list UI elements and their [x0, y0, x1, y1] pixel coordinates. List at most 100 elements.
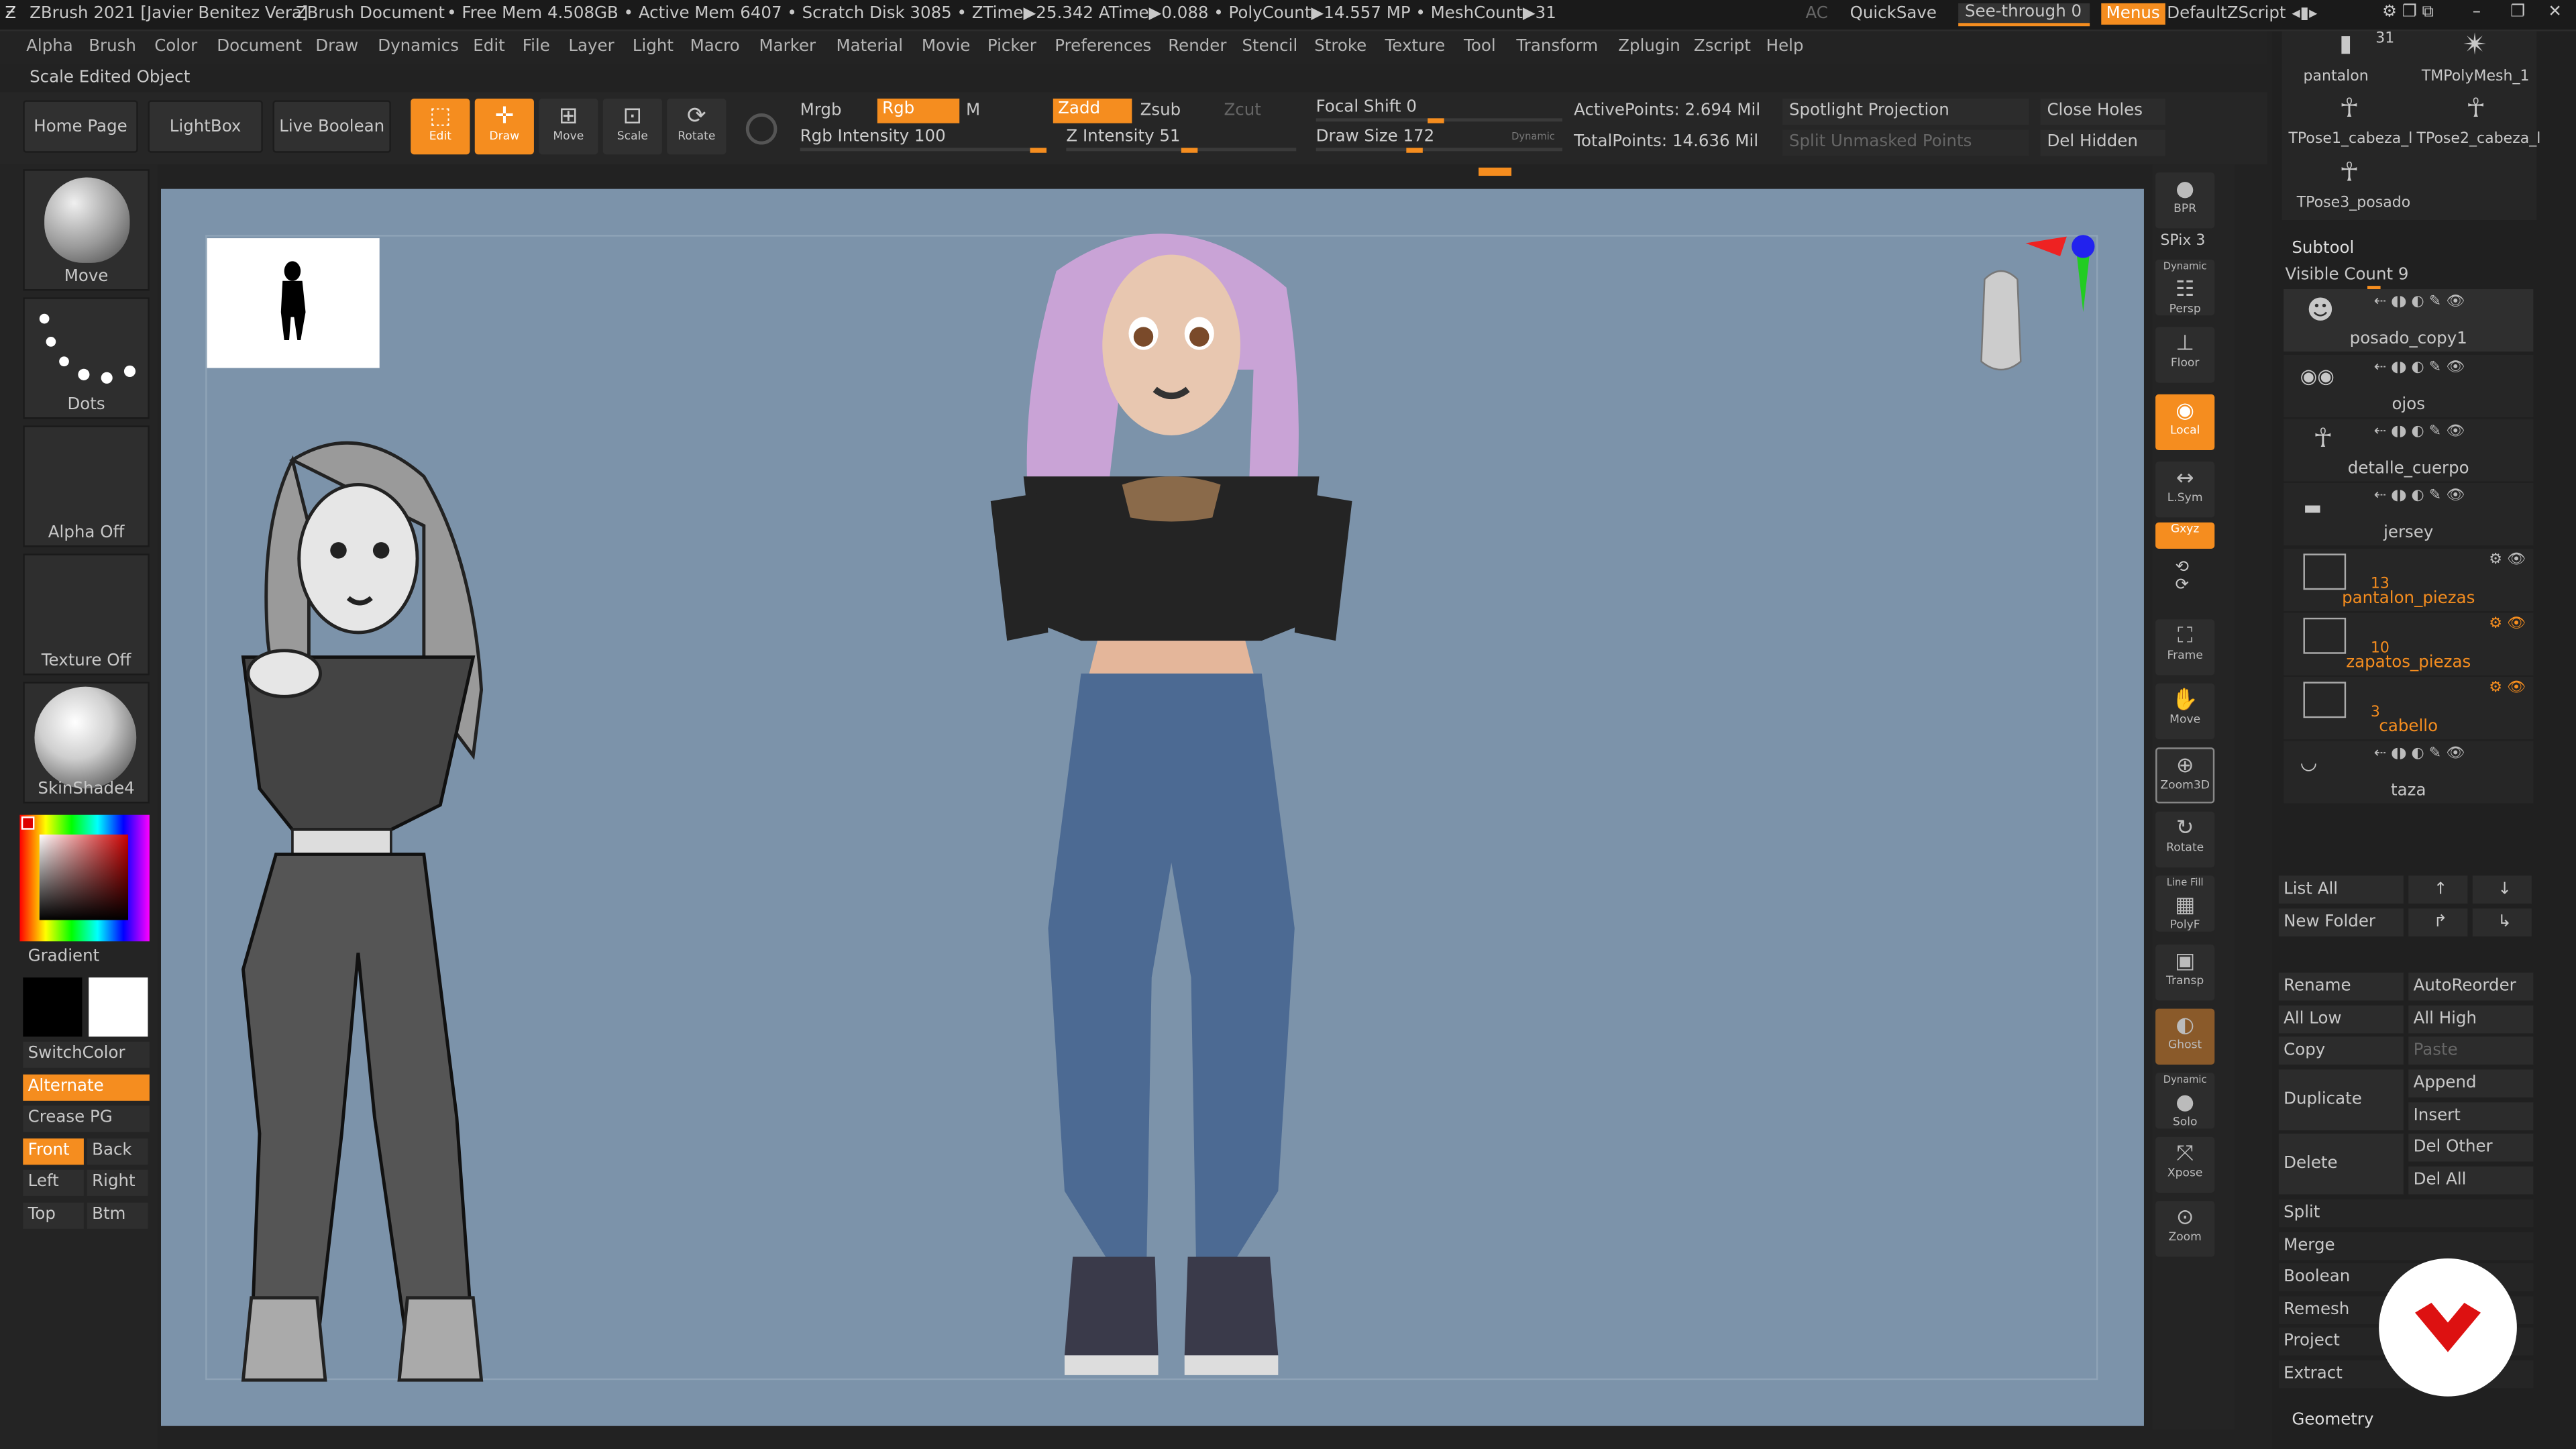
visible-count[interactable]: Visible Count 9: [2286, 266, 2409, 284]
append-button[interactable]: Append: [2408, 1069, 2534, 1097]
xpose-button[interactable]: ⤧ Xpose: [2155, 1136, 2215, 1193]
menu-picker[interactable]: Picker: [987, 38, 1036, 56]
btm-button[interactable]: Btm: [87, 1202, 148, 1229]
star-tool-icon[interactable]: ✴: [2463, 28, 2487, 62]
split-unmasked-button[interactable]: Split Unmasked Points: [1782, 129, 2029, 156]
tool-tpose2[interactable]: TPose2_cabeza_l: [2416, 131, 2540, 148]
right-button[interactable]: Right: [87, 1169, 148, 1196]
paste-button[interactable]: Paste: [2408, 1036, 2534, 1065]
material-sphere-icon[interactable]: [745, 113, 777, 145]
menu-color[interactable]: Color: [154, 38, 197, 56]
zadd-button[interactable]: Zadd: [1053, 98, 1132, 123]
tool-tmpolymesh[interactable]: TMPolyMesh_1: [2422, 69, 2530, 85]
del-all-button[interactable]: Del All: [2408, 1166, 2534, 1195]
subtool-folder[interactable]: 3 ⚙ 👁 cabello: [2284, 676, 2534, 740]
gradient-label[interactable]: Gradient: [28, 948, 100, 966]
zoom3d-button[interactable]: ⊕ Zoom3D: [2155, 747, 2215, 804]
polyf-button[interactable]: Line Fill ▦ PolyF: [2155, 875, 2215, 932]
subtool-item[interactable]: ☻ ⇠ ◖◗ ◐ ✎ 👁 posado_copy1: [2284, 289, 2534, 352]
list-all-button[interactable]: List All: [2278, 875, 2404, 904]
move-mode-button[interactable]: ⊞ Move: [539, 98, 598, 155]
home-page-button[interactable]: Home Page: [23, 100, 138, 153]
menu-transform[interactable]: Transform: [1516, 38, 1598, 56]
draw-mode-button[interactable]: ✛ Draw: [474, 98, 534, 155]
all-high-button[interactable]: All High: [2408, 1005, 2534, 1034]
del-other-button[interactable]: Del Other: [2408, 1133, 2534, 1162]
top-button[interactable]: Top: [23, 1202, 84, 1229]
focal-shift-knob[interactable]: [1428, 118, 1444, 123]
rgb-intensity-knob[interactable]: [1030, 148, 1047, 153]
focal-shift-slider[interactable]: Focal Shift 0: [1316, 99, 1562, 123]
duplicate-button[interactable]: Duplicate: [2278, 1069, 2404, 1130]
rgb-intensity-slider[interactable]: Rgb Intensity 100: [800, 128, 1047, 153]
geometry-header[interactable]: Geometry: [2292, 1411, 2373, 1430]
minimize-icon[interactable]: –: [2473, 3, 2481, 21]
z-intensity-knob[interactable]: [1181, 148, 1198, 153]
merge-section[interactable]: Merge: [2278, 1232, 2534, 1260]
subtool-item[interactable]: ◡ ⇠ ◖◗ ◐ ✎ 👁 taza: [2284, 741, 2534, 804]
subtool-item[interactable]: ◉◉ ⇠ ◖◗ ◐ ✎ 👁 ojos: [2284, 354, 2534, 418]
local-button[interactable]: ◉ Local: [2155, 394, 2215, 451]
bpr-button[interactable]: ● BPR: [2155, 172, 2215, 229]
alternate-button[interactable]: Alternate: [23, 1074, 150, 1101]
viewport-canvas[interactable]: [161, 189, 2144, 1426]
mrgb-button[interactable]: Mrgb: [800, 102, 842, 120]
subtool-folder[interactable]: 13 ⚙ 👁 pantalon_piezas: [2284, 548, 2534, 612]
move-down-folder-icon[interactable]: ↳: [2472, 908, 2532, 936]
shelf-scroll-marker[interactable]: [1479, 167, 1512, 176]
texture-selector[interactable]: Texture Off: [23, 553, 150, 676]
menu-stencil[interactable]: Stencil: [1242, 38, 1297, 56]
menu-marker[interactable]: Marker: [759, 38, 816, 56]
subtool-header[interactable]: Subtool: [2292, 240, 2354, 258]
menu-light[interactable]: Light: [633, 38, 674, 56]
subtool-item[interactable]: ▬ ⇠ ◖◗ ◐ ✎ 👁 jersey: [2284, 483, 2534, 546]
move-up-folder-icon[interactable]: ↱: [2408, 908, 2468, 936]
move-view-button[interactable]: ✋ Move: [2155, 683, 2215, 740]
material-selector[interactable]: SkinShade4: [23, 682, 150, 804]
insert-button[interactable]: Insert: [2408, 1102, 2534, 1130]
color-picker[interactable]: [19, 814, 150, 942]
3d-model-figure[interactable]: [974, 205, 1368, 1388]
all-low-button[interactable]: All Low: [2278, 1005, 2404, 1034]
color-square[interactable]: [39, 835, 129, 920]
navigation-gizmo[interactable]: [1951, 230, 2099, 411]
scale-mode-button[interactable]: ⊡ Scale: [602, 98, 662, 155]
close-holes-button[interactable]: Close Holes: [2040, 98, 2165, 125]
switchcolor-button[interactable]: SwitchColor: [23, 1041, 150, 1068]
silhouette-preview[interactable]: [207, 238, 380, 368]
rotate-view-button[interactable]: ↻ Rotate: [2155, 811, 2215, 868]
menu-zscript[interactable]: Zscript: [1694, 38, 1751, 56]
stroke-selector[interactable]: Dots: [23, 297, 150, 419]
transp-button[interactable]: ▣ Transp: [2155, 945, 2215, 1001]
copy-button[interactable]: Copy: [2278, 1036, 2404, 1065]
close-icon[interactable]: ✕: [2548, 3, 2562, 21]
menus-button[interactable]: Menus: [2101, 3, 2165, 25]
menu-draw[interactable]: Draw: [315, 38, 358, 56]
z-intensity-slider[interactable]: Z Intensity 51: [1066, 128, 1297, 153]
floor-button[interactable]: ⊥ Floor: [2155, 327, 2215, 383]
rotate-mode-button[interactable]: ⟳ Rotate: [667, 98, 727, 155]
delete-button[interactable]: Delete: [2278, 1133, 2404, 1195]
ghost-button[interactable]: ◐ Ghost: [2155, 1008, 2215, 1065]
menu-movie[interactable]: Movie: [922, 38, 971, 56]
alpha-selector[interactable]: Alpha Off: [23, 425, 150, 547]
restore-icon[interactable]: ❐: [2510, 3, 2525, 21]
zoom-button[interactable]: ⊙ Zoom: [2155, 1201, 2215, 1257]
tool-tpose1[interactable]: TPose1_cabeza_l: [2288, 131, 2412, 148]
tpose2-icon[interactable]: ☥: [2466, 92, 2485, 123]
persp-button[interactable]: Dynamic ☷ Persp: [2155, 259, 2215, 316]
rotate-axis-icon[interactable]: ⟲ ⟳: [2175, 559, 2189, 595]
menu-preferences[interactable]: Preferences: [1055, 38, 1151, 56]
menu-render[interactable]: Render: [1168, 38, 1226, 56]
subtool-controls-icon[interactable]: ⇠ ◖◗ ◐ ✎ 👁: [2374, 488, 2465, 504]
split-section[interactable]: Split: [2278, 1199, 2534, 1228]
dynamic-label[interactable]: Dynamic: [1511, 131, 1555, 143]
menu-texture[interactable]: Texture: [1385, 38, 1446, 56]
menu-tool[interactable]: Tool: [1464, 38, 1496, 56]
new-folder-button[interactable]: New Folder: [2278, 908, 2404, 936]
spotlight-projection-button[interactable]: Spotlight Projection: [1782, 98, 2029, 125]
folder-controls-icon[interactable]: ⚙ 👁: [2489, 616, 2526, 632]
quicksave-button[interactable]: QuickSave: [1850, 5, 1937, 23]
edit-mode-button[interactable]: ⬚ Edit: [411, 98, 470, 155]
tpose3-icon[interactable]: ☥: [2339, 156, 2359, 188]
